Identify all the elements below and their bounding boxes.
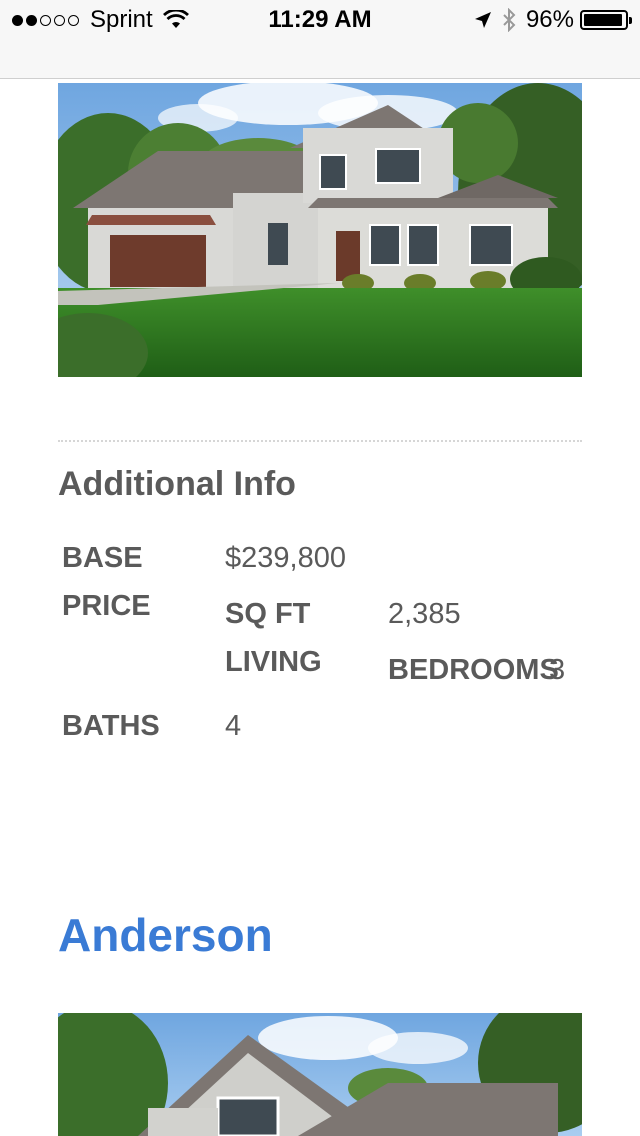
sqft-label-line1: SQ FT xyxy=(225,598,311,630)
additional-info-heading: Additional Info xyxy=(58,465,296,503)
bedrooms-value: 3 xyxy=(549,654,566,686)
base-price-label-line1: BASE xyxy=(62,542,143,574)
base-price-label: BASE PRICE xyxy=(62,534,151,630)
plan-name-link[interactable]: Anderson xyxy=(58,908,273,962)
baths-label: BATHS xyxy=(62,710,160,742)
base-price-value: $239,800 xyxy=(225,542,346,574)
status-right: 96% xyxy=(474,6,632,34)
battery-icon xyxy=(580,10,632,30)
bluetooth-icon xyxy=(502,8,516,32)
house-photo-next[interactable] xyxy=(58,1013,582,1136)
baths-value: 4 xyxy=(225,710,242,742)
base-price-label-line2: PRICE xyxy=(62,590,151,622)
bedrooms-label: BEDROOMS xyxy=(388,654,559,686)
location-arrow-icon xyxy=(474,11,492,29)
status-bar: Sprint 11:29 AM 96% xyxy=(0,0,640,79)
sqft-label-line2: LIVING xyxy=(225,646,322,678)
sqft-label: SQ FT LIVING xyxy=(225,590,322,686)
house-photo[interactable] xyxy=(58,83,582,377)
battery-percent: 96% xyxy=(525,6,574,33)
section-divider xyxy=(58,440,582,442)
sqft-value: 2,385 xyxy=(388,598,461,630)
